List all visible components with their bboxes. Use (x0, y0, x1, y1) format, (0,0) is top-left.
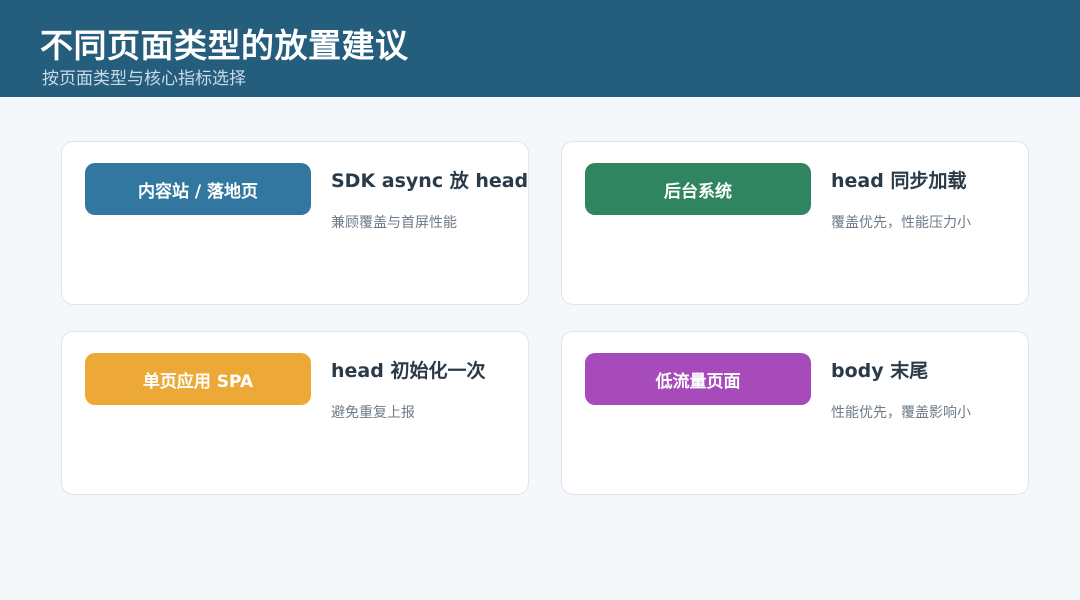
card-title: body 末尾 (831, 360, 929, 382)
header-banner: 不同页面类型的放置建议 按页面类型与核心指标选择 (0, 0, 1080, 97)
card-tag: 后台系统 (585, 163, 811, 215)
page-title: 不同页面类型的放置建议 (40, 26, 409, 65)
card-content-site: 内容站 / 落地页 SDK async 放 head 兼顾覆盖与首屏性能 (61, 141, 529, 305)
card-title: head 初始化一次 (331, 360, 486, 382)
card-description: 覆盖优先，性能压力小 (831, 215, 971, 231)
card-title: SDK async 放 head (331, 170, 529, 192)
card-tag: 单页应用 SPA (85, 353, 311, 405)
card-spa: 单页应用 SPA head 初始化一次 避免重复上报 (61, 331, 529, 495)
card-description: 避免重复上报 (331, 405, 415, 421)
page-subtitle: 按页面类型与核心指标选择 (42, 69, 246, 89)
card-description: 兼顾覆盖与首屏性能 (331, 215, 457, 231)
card-tag: 内容站 / 落地页 (85, 163, 311, 215)
card-description: 性能优先，覆盖影响小 (831, 405, 971, 421)
card-title: head 同步加载 (831, 170, 967, 192)
card-tag: 低流量页面 (585, 353, 811, 405)
card-admin-system: 后台系统 head 同步加载 覆盖优先，性能压力小 (561, 141, 1029, 305)
card-low-traffic: 低流量页面 body 末尾 性能优先，覆盖影响小 (561, 331, 1029, 495)
